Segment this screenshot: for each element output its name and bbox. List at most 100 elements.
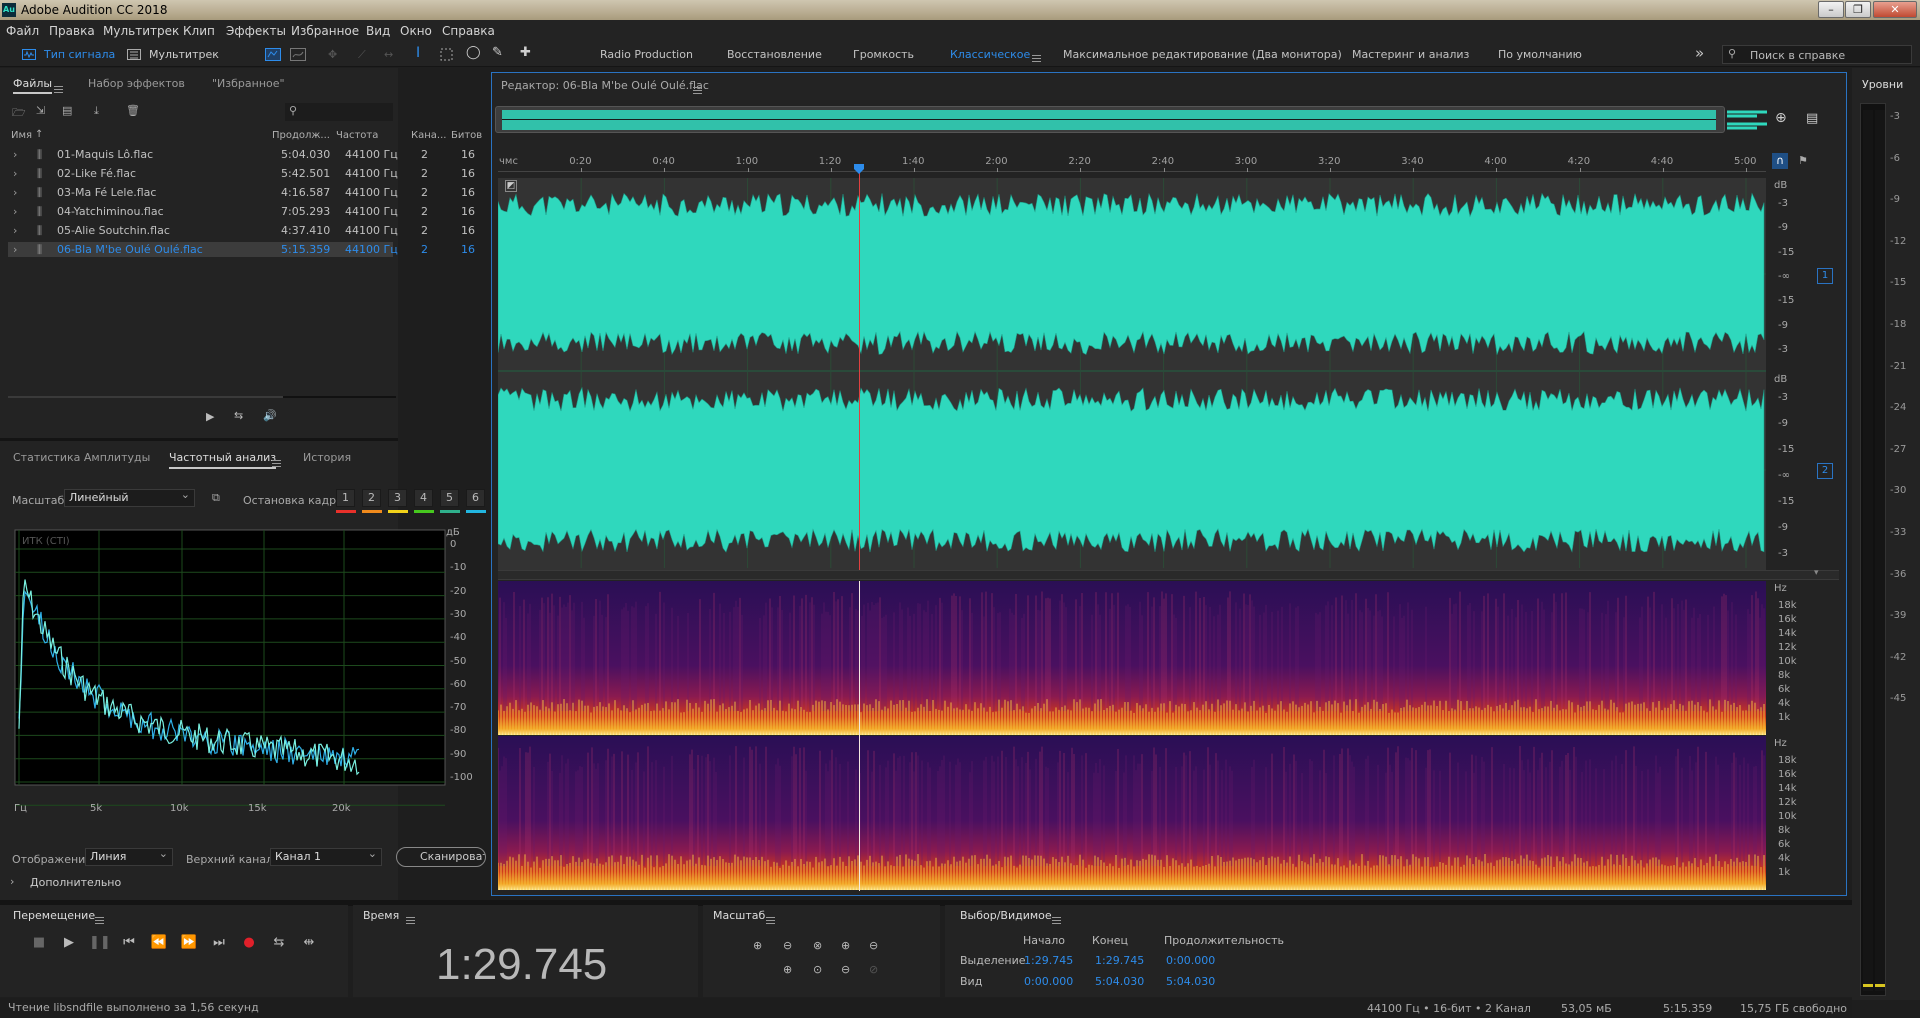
workspace-max-editing[interactable]: Максимальное редактирование (Два монитор…: [1063, 48, 1342, 61]
column-channels[interactable]: Кана...: [411, 130, 446, 141]
hold-button-6[interactable]: 6: [466, 489, 485, 507]
menu-window[interactable]: Окно: [400, 24, 432, 38]
zoom-out-selection-icon[interactable]: ⊖: [841, 963, 850, 976]
editor-menu-icon[interactable]: [693, 83, 702, 96]
selection-duration[interactable]: 0:00.000: [1166, 954, 1215, 967]
column-name[interactable]: Имя: [11, 130, 32, 141]
workspace-mastering[interactable]: Мастеринг и анализ: [1352, 48, 1469, 61]
zoom-out-full-icon[interactable]: ⊗: [813, 939, 822, 952]
expand-chevron-icon[interactable]: ›: [13, 148, 17, 161]
time-selection-tool-icon[interactable]: I: [416, 45, 420, 61]
file-row[interactable]: › ⫼ 02-Like Fé.flac 5:42.501 44100 Гц 2 …: [8, 166, 475, 181]
file-row[interactable]: › ⫼ 04-Yatchiminou.flac 7:05.293 44100 Г…: [8, 204, 475, 219]
trash-icon[interactable]: 🗑: [126, 104, 140, 117]
hud-toggle-icon[interactable]: ◩: [505, 180, 517, 192]
brush-tool-icon[interactable]: ✎: [492, 45, 503, 60]
move-to-next-icon[interactable]: ⏭: [209, 935, 229, 950]
tab-frequency-analysis[interactable]: Частотный анализ: [169, 451, 277, 469]
fast-forward-icon[interactable]: ⏩: [179, 935, 199, 950]
waveform-view-button[interactable]: Тип сигнала: [14, 47, 115, 62]
more-workspaces-icon[interactable]: »: [1695, 44, 1704, 62]
loop-playback-icon[interactable]: ⇆: [269, 935, 289, 950]
preview-autoplay-icon[interactable]: 🔊: [263, 409, 277, 422]
zoom-out-time-icon[interactable]: ⊖: [869, 939, 878, 952]
column-rate[interactable]: Частота: [336, 130, 378, 141]
workspace-loudness[interactable]: Громкость: [853, 48, 914, 61]
slip-tool-icon[interactable]: ↔: [384, 48, 393, 61]
zoom-to-selection-disabled-icon[interactable]: ⊘: [869, 963, 878, 976]
spectral-channel-1[interactable]: [498, 581, 1766, 735]
spectral-splitter[interactable]: [498, 570, 1839, 580]
file-row[interactable]: › ⫼ 05-Alie Soutchin.flac 4:37.410 44100…: [8, 223, 475, 238]
new-file-icon[interactable]: ▤: [62, 104, 72, 117]
hold-button-5[interactable]: 5: [440, 489, 459, 507]
preview-play-icon[interactable]: ▶: [206, 410, 214, 423]
tab-files[interactable]: Файлы: [13, 77, 53, 94]
menu-multitrack[interactable]: Мультитрек: [103, 24, 179, 38]
expand-chevron-icon[interactable]: ›: [13, 186, 17, 199]
menu-favorites[interactable]: Избранное: [291, 24, 359, 38]
collapse-chevron-icon[interactable]: ▾: [1814, 568, 1819, 578]
hold-button-2[interactable]: 2: [362, 489, 381, 507]
rewind-icon[interactable]: ⏪: [149, 935, 169, 950]
help-search-field[interactable]: ⚲ Поиск в справке: [1722, 45, 1912, 64]
tab-history[interactable]: История: [303, 451, 351, 464]
workspace-radio-production[interactable]: Radio Production: [600, 48, 693, 61]
scan-button[interactable]: Сканировать: [396, 847, 486, 867]
restore-button[interactable]: ❐: [1845, 1, 1871, 18]
expand-chevron-icon[interactable]: ›: [13, 224, 17, 237]
expand-chevron-icon[interactable]: ›: [10, 875, 14, 888]
waveform-channel-2[interactable]: [498, 372, 1766, 568]
import-file-icon[interactable]: ⇲: [36, 104, 45, 117]
list-view-icon[interactable]: ▤: [1806, 111, 1818, 126]
menu-help[interactable]: Справка: [442, 24, 495, 38]
preview-loop-icon[interactable]: ⇆: [234, 409, 243, 422]
menu-file[interactable]: Файл: [6, 24, 39, 38]
workspace-restoration[interactable]: Восстановление: [727, 48, 822, 61]
spectral-channel-2[interactable]: [498, 736, 1766, 890]
play-icon[interactable]: ▶: [59, 935, 79, 950]
move-to-previous-icon[interactable]: ⏮: [119, 935, 139, 950]
file-row[interactable]: › ⫼ 03-Ma Fé Lele.flac 4:16.587 44100 Гц…: [8, 185, 475, 200]
menu-edit[interactable]: Правка: [49, 24, 95, 38]
expand-chevron-icon[interactable]: ›: [13, 243, 17, 256]
menu-view[interactable]: Вид: [366, 24, 390, 38]
channel-1-toggle[interactable]: 1: [1817, 268, 1833, 284]
zoom-in-selection-icon[interactable]: ⊕: [783, 963, 792, 976]
popout-icon[interactable]: ⧉: [212, 491, 220, 505]
file-row[interactable]: › ⫼ 01-Maquis Lô.flac 5:04.030 44100 Гц …: [8, 147, 475, 162]
snap-icon[interactable]: ∩: [1772, 153, 1788, 169]
column-duration[interactable]: Продолж...: [272, 130, 330, 141]
zoom-menu-icon[interactable]: [766, 913, 775, 926]
expand-chevron-icon[interactable]: ›: [13, 205, 17, 218]
move-tool-icon[interactable]: ✥: [328, 48, 337, 61]
menu-clip[interactable]: Клип: [183, 24, 215, 38]
view-start[interactable]: 0:00.000: [1024, 975, 1073, 988]
tab-amplitude-stats[interactable]: Статистика Амплитуды: [13, 451, 150, 464]
open-file-icon[interactable]: 🗁: [12, 104, 26, 123]
record-icon[interactable]: ●: [239, 935, 259, 950]
tab-effects-rack[interactable]: Набор эффектов: [88, 77, 185, 90]
zoom-selection-icon[interactable]: ⊙: [813, 963, 822, 976]
advanced-toggle[interactable]: Дополнительно: [30, 876, 121, 889]
display-dropdown[interactable]: Линия: [85, 846, 173, 866]
spectral-display-icon[interactable]: [265, 48, 281, 61]
selection-menu-icon[interactable]: [1052, 913, 1061, 926]
close-button[interactable]: ✕: [1873, 1, 1917, 18]
workspace-menu-icon[interactable]: [1032, 51, 1041, 64]
pitch-display-icon[interactable]: [290, 48, 306, 61]
hold-button-3[interactable]: 3: [388, 489, 407, 507]
selection-end[interactable]: 1:29.745: [1095, 954, 1144, 967]
lasso-tool-icon[interactable]: ◯: [466, 45, 481, 60]
workspace-classic[interactable]: Классическое: [950, 48, 1030, 61]
transport-menu-icon[interactable]: [95, 913, 104, 926]
channel-2-toggle[interactable]: 2: [1817, 463, 1833, 479]
razor-tool-icon[interactable]: ⟋: [358, 48, 366, 62]
marquee-tool-icon[interactable]: [440, 48, 453, 61]
multitrack-view-button[interactable]: Мультитрек: [124, 47, 219, 62]
time-menu-icon[interactable]: [406, 913, 415, 926]
overview-bar[interactable]: [495, 106, 1725, 133]
zoom-out-amplitude-icon[interactable]: ⊖: [783, 939, 792, 952]
expand-chevron-icon[interactable]: ›: [13, 167, 17, 180]
scale-dropdown[interactable]: Линейный: [64, 487, 195, 507]
